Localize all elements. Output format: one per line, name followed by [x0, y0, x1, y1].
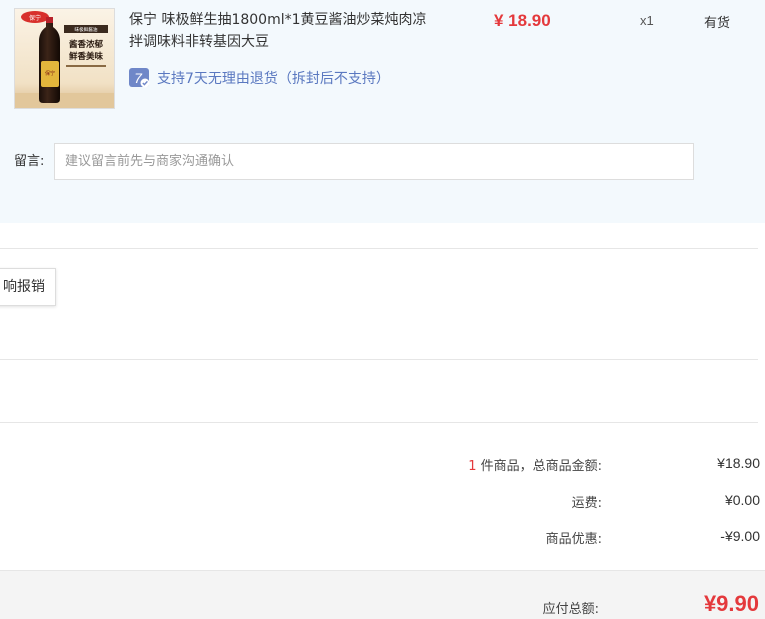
- svg-text:保宁: 保宁: [45, 70, 55, 77]
- section-divider: [0, 359, 758, 360]
- total-payable-value: ¥9.90: [703, 591, 759, 616]
- stock-status: 有货: [704, 16, 731, 31]
- product-price: ¥ 18.90: [494, 11, 551, 30]
- shipping-label: 运费:: [571, 496, 602, 511]
- product-thumbnail[interactable]: 保宁 保宁 味极鲜酱油 酱香浓郁 鲜香美味: [14, 8, 115, 109]
- svg-text:保宁: 保宁: [29, 14, 41, 22]
- return-policy: 7 支持7天无理由退货（拆封后不支持）: [129, 68, 390, 88]
- order-item-panel: 保宁 保宁 味极鲜酱油 酱香浓郁 鲜香美味 保宁 味极鲜生抽1800ml*1黄豆…: [0, 0, 765, 223]
- total-payable-bar: 应付总额: ¥9.90: [0, 570, 765, 619]
- svg-text:味极鲜酱油: 味极鲜酱油: [75, 26, 98, 33]
- shipping-value: ¥0.00: [724, 492, 760, 508]
- discount-label: 商品优惠:: [545, 532, 602, 547]
- product-title[interactable]: 保宁 味极鲜生抽1800ml*1黄豆酱油炒菜炖肉凉拌调味料非转基因大豆: [129, 9, 439, 53]
- section-divider: [0, 422, 758, 423]
- message-label: 留言:: [14, 154, 45, 169]
- invoice-button[interactable]: 响报销: [0, 268, 56, 306]
- total-payable-label: 应付总额:: [542, 602, 599, 617]
- order-message-input[interactable]: [54, 143, 694, 180]
- return-policy-text: 支持7天无理由退货（拆封后不支持）: [157, 71, 390, 87]
- goods-total-value: ¥18.90: [717, 455, 760, 471]
- seven-day-return-icon: 7: [129, 68, 150, 88]
- goods-total-label: 1 件商品，总商品金额:: [468, 455, 602, 474]
- product-quantity: x1: [640, 13, 654, 28]
- svg-text:鲜香美味: 鲜香美味: [69, 51, 104, 62]
- svg-text:酱香浓郁: 酱香浓郁: [69, 39, 104, 50]
- discount-value: -¥9.00: [720, 528, 760, 544]
- item-count-suffix: 件商品，总商品金额:: [476, 459, 602, 474]
- section-divider: [0, 248, 758, 249]
- soy-sauce-bottle-image: 保宁 保宁 味极鲜酱油 酱香浓郁 鲜香美味: [15, 9, 114, 108]
